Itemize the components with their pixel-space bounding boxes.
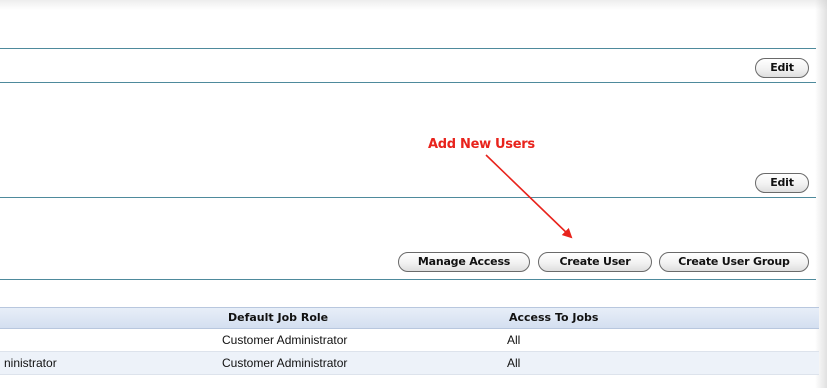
table-cell-job-role: Customer Administrator <box>222 356 348 370</box>
table-cell-job-role: Customer Administrator <box>222 333 348 347</box>
top-shadow <box>0 0 827 10</box>
annotation-label: Add New Users <box>428 137 535 152</box>
create-user-group-button[interactable]: Create User Group <box>659 252 809 272</box>
table-cell-access: All <box>507 333 521 347</box>
section-divider <box>0 279 816 280</box>
manage-access-button[interactable]: Manage Access <box>398 252 530 272</box>
table-cell-access: All <box>507 356 521 370</box>
table-header: Default Job Role Access To Jobs <box>0 307 819 329</box>
section-divider <box>0 48 816 49</box>
edit-button-2[interactable]: Edit <box>755 173 809 193</box>
column-header-access-to-jobs[interactable]: Access To Jobs <box>509 311 598 324</box>
table-row[interactable]: Customer Administrator All <box>0 329 819 352</box>
users-table: Default Job Role Access To Jobs Customer… <box>0 307 819 375</box>
create-user-button[interactable]: Create User <box>538 252 652 272</box>
table-cell-name: ninistrator <box>4 356 57 370</box>
column-header-default-job-role[interactable]: Default Job Role <box>228 311 328 324</box>
table-row[interactable]: ninistrator Customer Administrator All <box>0 352 819 375</box>
edit-button[interactable]: Edit <box>755 58 809 78</box>
section-divider <box>0 197 816 198</box>
section-divider <box>0 82 816 83</box>
